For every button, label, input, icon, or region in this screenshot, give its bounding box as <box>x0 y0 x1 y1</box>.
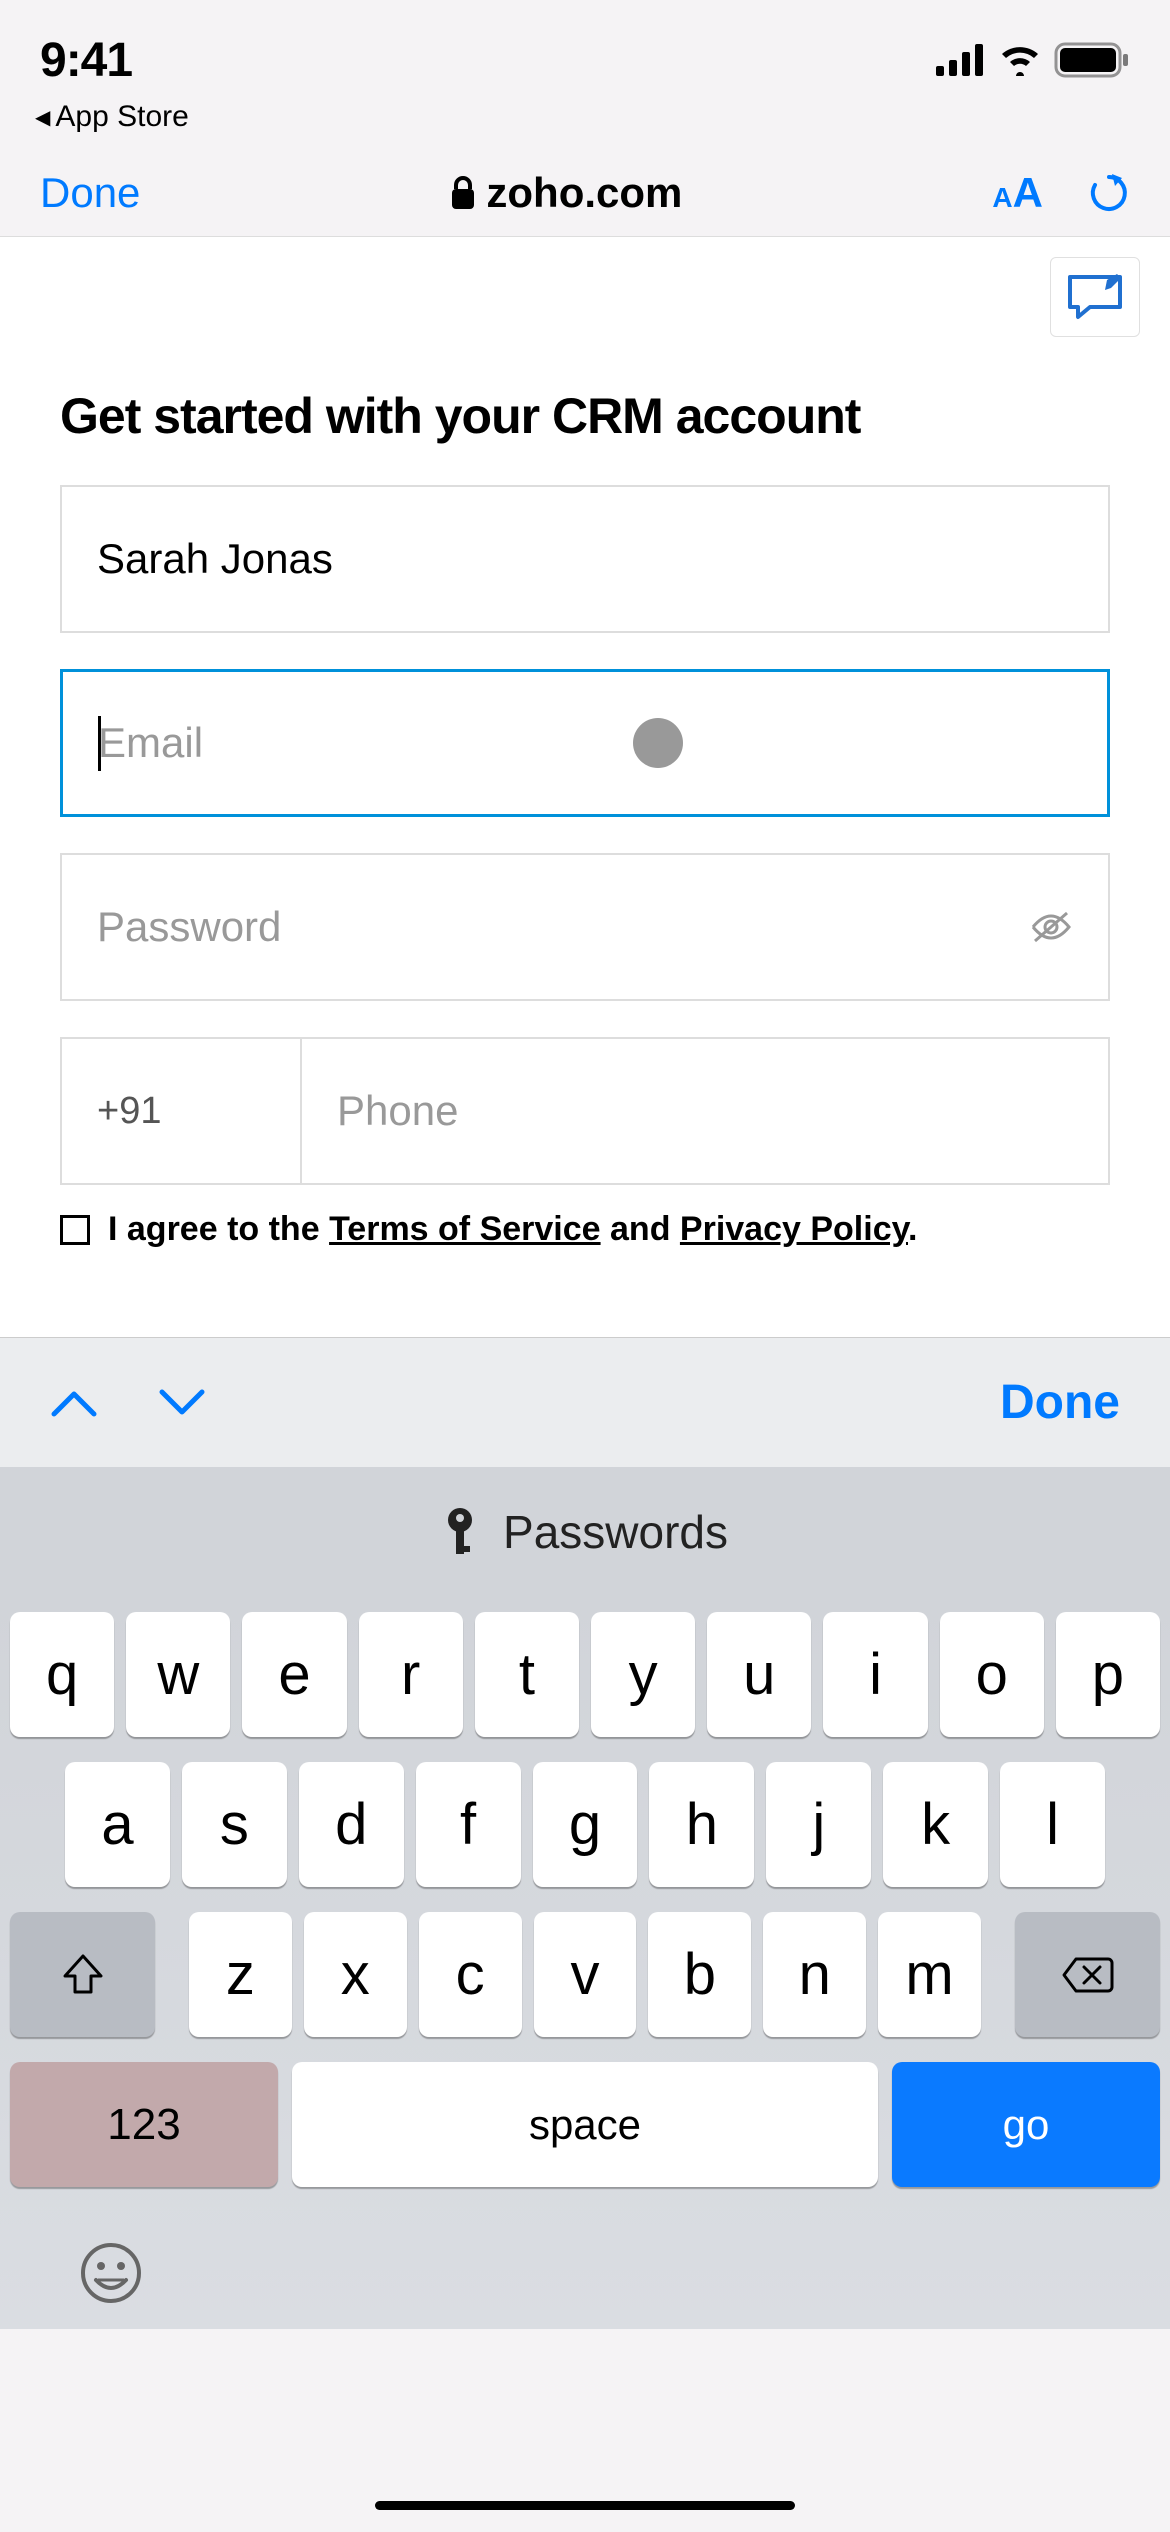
touch-indicator <box>633 718 683 768</box>
key-l[interactable]: l <box>1000 1762 1105 1887</box>
battery-icon <box>1054 42 1130 78</box>
name-field[interactable]: Sarah Jonas <box>60 485 1110 633</box>
keyboard-accessory: Done <box>0 1337 1170 1467</box>
key-x[interactable]: x <box>304 1912 407 2037</box>
key-y[interactable]: y <box>591 1612 695 1737</box>
back-to-app[interactable]: App Store <box>0 100 1170 149</box>
key-w[interactable]: w <box>126 1612 230 1737</box>
reload-icon[interactable] <box>1088 172 1130 214</box>
terms-checkbox[interactable] <box>60 1215 90 1245</box>
home-indicator[interactable] <box>375 2501 795 2510</box>
status-indicators <box>936 42 1130 78</box>
key-g[interactable]: g <box>533 1762 638 1887</box>
keyboard: qwertyuiop asdfghjkl zxcvbnm 123 space g… <box>0 1597 1170 2329</box>
key-q[interactable]: q <box>10 1612 114 1737</box>
key-o[interactable]: o <box>940 1612 1044 1737</box>
chat-icon <box>1065 272 1125 322</box>
status-bar: 9:41 <box>0 0 1170 100</box>
key-row-1: qwertyuiop <box>10 1612 1160 1737</box>
shift-icon <box>61 1954 105 1996</box>
numbers-key[interactable]: 123 <box>10 2062 278 2187</box>
tos-link[interactable]: Terms of Service <box>329 1210 601 1248</box>
key-row-2: asdfghjkl <box>10 1762 1160 1887</box>
phone-field[interactable]: Phone <box>300 1037 1110 1185</box>
key-c[interactable]: c <box>419 1912 522 2037</box>
key-u[interactable]: u <box>707 1612 811 1737</box>
key-k[interactable]: k <box>883 1762 988 1887</box>
key-m[interactable]: m <box>878 1912 981 2037</box>
space-key[interactable]: space <box>292 2062 878 2187</box>
key-n[interactable]: n <box>763 1912 866 2037</box>
eye-off-icon[interactable] <box>1029 909 1073 945</box>
country-code-field[interactable]: +91 <box>60 1037 300 1185</box>
shift-key[interactable] <box>10 1912 155 2037</box>
wifi-icon <box>998 44 1042 76</box>
browser-nav: Done zoho.com AA <box>0 149 1170 237</box>
page-title: Get started with your CRM account <box>60 237 1110 485</box>
key-row-3: zxcvbnm <box>10 1912 1160 2037</box>
lock-icon <box>450 175 476 211</box>
key-a[interactable]: a <box>65 1762 170 1887</box>
key-r[interactable]: r <box>359 1612 463 1737</box>
emoji-key[interactable] <box>80 2242 142 2304</box>
key-z[interactable]: z <box>189 1912 292 2037</box>
page-content: Get started with your CRM account Sarah … <box>0 237 1170 1337</box>
key-t[interactable]: t <box>475 1612 579 1737</box>
key-p[interactable]: p <box>1056 1612 1160 1737</box>
key-v[interactable]: v <box>534 1912 637 2037</box>
go-key[interactable]: go <box>892 2062 1160 2187</box>
privacy-link[interactable]: Privacy Policy <box>680 1210 908 1248</box>
delete-key[interactable] <box>1015 1912 1160 2037</box>
url-display[interactable]: zoho.com <box>450 169 682 217</box>
key-d[interactable]: d <box>299 1762 404 1887</box>
key-b[interactable]: b <box>648 1912 751 2037</box>
key-i[interactable]: i <box>823 1612 927 1737</box>
done-button[interactable]: Done <box>40 169 140 217</box>
name-value: Sarah Jonas <box>97 535 333 583</box>
password-field[interactable]: Password <box>60 853 1110 1001</box>
passwords-suggestion[interactable]: Passwords <box>0 1467 1170 1597</box>
backspace-icon <box>1062 1955 1114 1995</box>
terms-text: I agree to the Terms of Service and Priv… <box>108 1210 917 1249</box>
cellular-icon <box>936 44 986 76</box>
text-cursor <box>98 716 101 771</box>
key-h[interactable]: h <box>649 1762 754 1887</box>
phone-row: +91 Phone <box>60 1037 1110 1185</box>
prev-field-icon[interactable] <box>50 1388 98 1418</box>
key-row-4: 123 space go <box>10 2062 1160 2187</box>
email-field[interactable]: Email <box>60 669 1110 817</box>
key-s[interactable]: s <box>182 1762 287 1887</box>
next-field-icon[interactable] <box>158 1388 206 1418</box>
text-size-button[interactable]: AA <box>992 169 1043 217</box>
email-placeholder: Email <box>98 719 203 767</box>
terms-row: I agree to the Terms of Service and Priv… <box>60 1210 1110 1249</box>
key-e[interactable]: e <box>242 1612 346 1737</box>
feedback-button[interactable] <box>1050 257 1140 337</box>
key-f[interactable]: f <box>416 1762 521 1887</box>
keyboard-done-button[interactable]: Done <box>1000 1375 1120 1430</box>
status-time: 9:41 <box>40 33 132 88</box>
key-j[interactable]: j <box>766 1762 871 1887</box>
password-placeholder: Password <box>97 903 281 951</box>
key-icon <box>442 1506 478 1558</box>
